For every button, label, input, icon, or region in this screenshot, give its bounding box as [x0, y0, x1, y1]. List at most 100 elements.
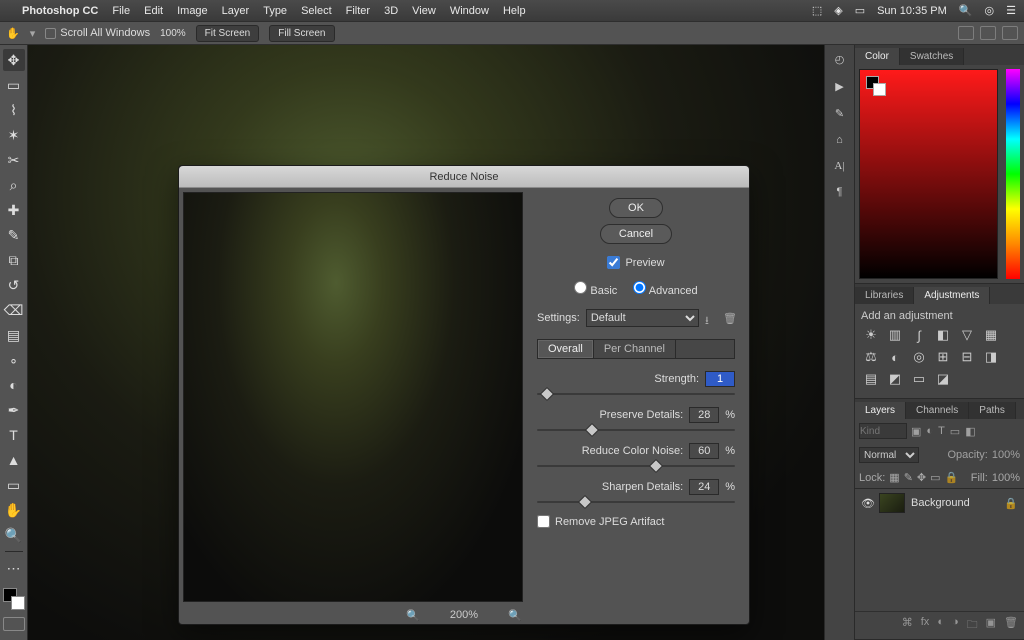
- subtab-per-channel[interactable]: Per Channel: [594, 340, 676, 358]
- filter-adjust-icon[interactable]: ◐: [926, 425, 933, 438]
- crop-tool[interactable]: ✂: [3, 149, 25, 171]
- menu-select[interactable]: Select: [301, 5, 332, 17]
- filter-smart-icon[interactable]: ◧: [965, 425, 975, 438]
- share-icon[interactable]: [1002, 26, 1018, 40]
- preserve-details-input[interactable]: [689, 407, 719, 423]
- ok-button[interactable]: OK: [609, 198, 663, 218]
- blur-tool[interactable]: ∘: [3, 349, 25, 371]
- brush-tool[interactable]: ✎: [3, 224, 25, 246]
- hue-icon[interactable]: ▦: [983, 328, 999, 342]
- lock-paint-icon[interactable]: ✎: [904, 471, 913, 484]
- tab-adjustments[interactable]: Adjustments: [914, 287, 990, 304]
- tab-channels[interactable]: Channels: [906, 402, 969, 419]
- character-panel-icon[interactable]: A|: [834, 160, 844, 172]
- history-panel-icon[interactable]: ◴: [835, 53, 845, 66]
- brush-panel-icon[interactable]: ✎: [835, 107, 844, 120]
- layer-row-background[interactable]: 👁 Background 🔒: [855, 488, 1024, 517]
- channel-mixer-icon[interactable]: ⊞: [935, 350, 951, 364]
- fill-value[interactable]: 100%: [992, 472, 1020, 484]
- path-select-tool[interactable]: ▲: [3, 449, 25, 471]
- dropbox-icon[interactable]: ⬚: [812, 4, 822, 17]
- search-icon[interactable]: [980, 26, 996, 40]
- mask-icon[interactable]: ◐: [937, 616, 944, 635]
- new-adjustment-icon[interactable]: ◑: [952, 616, 959, 635]
- visibility-icon[interactable]: 👁: [861, 497, 873, 509]
- layer-kind-filter[interactable]: [859, 423, 907, 439]
- strength-slider[interactable]: [537, 393, 735, 395]
- actions-panel-icon[interactable]: ▶: [835, 80, 843, 93]
- move-tool[interactable]: ✥: [3, 49, 25, 71]
- menu-image[interactable]: Image: [177, 5, 208, 17]
- save-preset-icon[interactable]: ⭳: [705, 312, 717, 324]
- history-brush-tool[interactable]: ↺: [3, 274, 25, 296]
- tab-swatches[interactable]: Swatches: [900, 48, 964, 65]
- menu-file[interactable]: File: [112, 5, 130, 17]
- menu-filter[interactable]: Filter: [346, 5, 370, 17]
- sharpen-details-input[interactable]: [689, 479, 719, 495]
- tab-paths[interactable]: Paths: [969, 402, 1016, 419]
- fx-icon[interactable]: fx: [921, 616, 930, 635]
- menu-help[interactable]: Help: [503, 5, 526, 17]
- scroll-all-checkbox[interactable]: [45, 28, 56, 39]
- healing-tool[interactable]: ✚: [3, 199, 25, 221]
- threshold-icon[interactable]: ◩: [887, 372, 903, 386]
- sharpen-details-slider[interactable]: [537, 501, 735, 503]
- bw-icon[interactable]: ◐: [887, 350, 903, 364]
- reduce-color-slider[interactable]: [537, 465, 735, 467]
- levels-icon[interactable]: ▥: [887, 328, 903, 342]
- dialog-preview[interactable]: [183, 192, 523, 602]
- filter-pixel-icon[interactable]: ▣: [911, 425, 921, 438]
- color-lookup-icon[interactable]: ⊟: [959, 350, 975, 364]
- menu-view[interactable]: View: [412, 5, 436, 17]
- link-layers-icon[interactable]: ⌘: [902, 616, 913, 635]
- mode-advanced[interactable]: Advanced: [633, 281, 697, 297]
- zoom-tool[interactable]: 🔍: [3, 524, 25, 546]
- tab-color[interactable]: Color: [855, 48, 900, 65]
- clone-tool[interactable]: ⧉: [3, 249, 25, 271]
- wifi-icon[interactable]: ◈: [834, 4, 842, 17]
- layer-name[interactable]: Background: [911, 497, 970, 509]
- preview-checkbox-row[interactable]: Preview: [537, 256, 735, 269]
- invert-icon[interactable]: ◨: [983, 350, 999, 364]
- exposure-icon[interactable]: ◧: [935, 328, 951, 342]
- color-swatches[interactable]: [3, 588, 25, 610]
- brightness-icon[interactable]: ☀: [863, 328, 879, 342]
- gradient-tool[interactable]: ▤: [3, 324, 25, 346]
- spotlight-icon[interactable]: 🔍: [959, 4, 973, 17]
- tab-layers[interactable]: Layers: [855, 402, 906, 419]
- workspace-switcher-icon[interactable]: [958, 26, 974, 40]
- blend-mode-select[interactable]: Normal: [859, 447, 919, 463]
- curves-icon[interactable]: ∫: [911, 328, 927, 342]
- subtab-overall[interactable]: Overall: [538, 340, 594, 358]
- gradient-map-icon[interactable]: ▭: [911, 372, 927, 386]
- type-tool[interactable]: T: [3, 424, 25, 446]
- app-name[interactable]: Photoshop CC: [22, 5, 98, 17]
- lock-all-icon[interactable]: 🔒: [945, 471, 959, 484]
- menu-type[interactable]: Type: [263, 5, 287, 17]
- photo-filter-icon[interactable]: ◎: [911, 350, 927, 364]
- eyedropper-tool[interactable]: ⌕: [3, 174, 25, 196]
- reduce-color-input[interactable]: [689, 443, 719, 459]
- color-balance-icon[interactable]: ⚖: [863, 350, 879, 364]
- filter-shape-icon[interactable]: ▭: [950, 425, 960, 438]
- new-layer-icon[interactable]: ▣: [986, 616, 996, 635]
- fill-screen-button[interactable]: Fill Screen: [269, 25, 334, 42]
- clock-text[interactable]: Sun 10:35 PM: [877, 5, 947, 17]
- remove-jpeg-checkbox[interactable]: [537, 515, 550, 528]
- posterize-icon[interactable]: ▤: [863, 372, 879, 386]
- opacity-value[interactable]: 100%: [992, 449, 1020, 461]
- menu-layer[interactable]: Layer: [222, 5, 250, 17]
- cancel-button[interactable]: Cancel: [600, 224, 672, 244]
- hand-tool[interactable]: ✋: [3, 499, 25, 521]
- layer-thumbnail[interactable]: [879, 493, 905, 513]
- siri-icon[interactable]: ◎: [985, 4, 995, 17]
- strength-input[interactable]: [705, 371, 735, 387]
- paragraph-panel-icon[interactable]: ¶: [837, 186, 843, 198]
- lock-transparent-icon[interactable]: ▦: [889, 471, 899, 484]
- eraser-tool[interactable]: ⌫: [3, 299, 25, 321]
- zoom-in-icon[interactable]: 🔍: [508, 609, 522, 622]
- zoom-out-icon[interactable]: 🔍: [406, 609, 420, 622]
- delete-preset-icon[interactable]: 🗑: [723, 312, 735, 324]
- shape-tool[interactable]: ▭: [3, 474, 25, 496]
- quick-select-tool[interactable]: ✶: [3, 124, 25, 146]
